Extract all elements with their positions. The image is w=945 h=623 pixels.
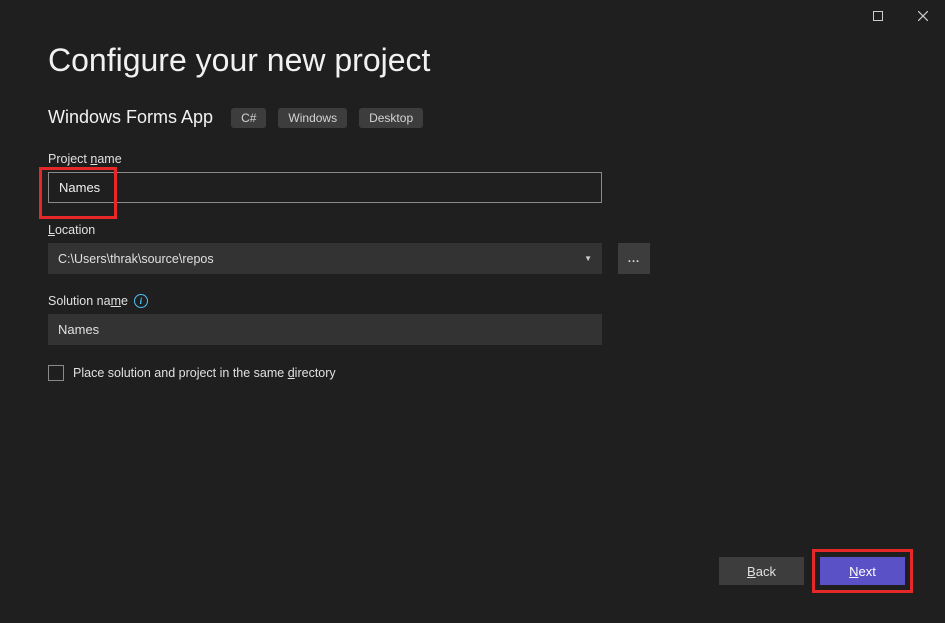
footer-buttons: Back Next xyxy=(719,549,913,593)
location-value: C:\Users\thrak\source\repos xyxy=(58,252,214,266)
page-title: Configure your new project xyxy=(48,42,897,79)
info-icon[interactable]: i xyxy=(134,294,148,308)
project-name-label: Project name xyxy=(48,152,897,166)
template-tag: Windows xyxy=(278,108,347,128)
maximize-icon xyxy=(873,11,883,21)
window-titlebar xyxy=(0,0,945,32)
solution-name-input[interactable] xyxy=(48,314,602,345)
template-tag: C# xyxy=(231,108,266,128)
next-button[interactable]: Next xyxy=(820,557,905,585)
project-name-input[interactable] xyxy=(48,172,602,203)
template-name: Windows Forms App xyxy=(48,107,213,128)
back-button[interactable]: Back xyxy=(719,557,804,585)
close-icon xyxy=(918,11,928,21)
same-directory-checkbox[interactable] xyxy=(48,365,64,381)
template-tag: Desktop xyxy=(359,108,423,128)
solution-name-label: Solution name i xyxy=(48,294,897,308)
annotation-highlight: Next xyxy=(812,549,913,593)
chevron-down-icon: ▼ xyxy=(584,254,592,263)
location-label: Location xyxy=(48,223,897,237)
maximize-button[interactable] xyxy=(855,1,900,31)
close-button[interactable] xyxy=(900,1,945,31)
location-dropdown[interactable]: C:\Users\thrak\source\repos ▼ xyxy=(48,243,602,274)
template-row: Windows Forms App C# Windows Desktop xyxy=(48,107,897,128)
browse-button[interactable]: ... xyxy=(618,243,650,274)
same-directory-label: Place solution and project in the same d… xyxy=(73,366,336,380)
